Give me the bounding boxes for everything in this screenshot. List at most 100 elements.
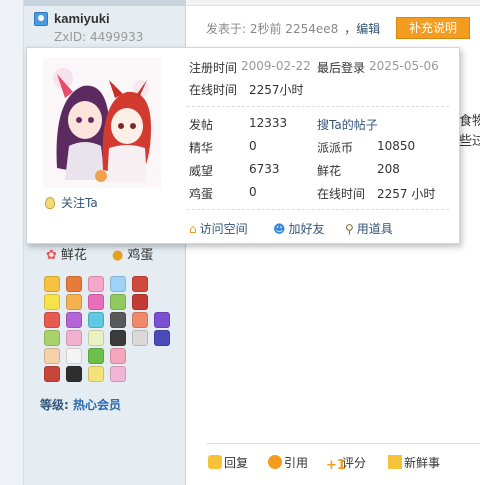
news-icon <box>388 455 402 469</box>
medal-icon[interactable] <box>88 294 104 310</box>
add-friend-link[interactable]: ☻ 加好友 <box>273 220 325 237</box>
online-time-label: 在线时间 <box>317 187 366 201</box>
egg-button-label: 鸡蛋 <box>127 248 154 263</box>
use-item-link[interactable]: ⚲ 用道具 <box>345 220 393 237</box>
popup-divider <box>187 209 449 210</box>
plus-one-icon: +1 <box>326 458 346 473</box>
online-user-icon <box>34 12 48 26</box>
username[interactable]: kamiyuki <box>54 11 110 26</box>
visit-space-label: 访问空间 <box>199 222 248 236</box>
level-value[interactable]: 热心会员 <box>73 398 121 412</box>
coins-label: 派派币 <box>317 141 354 155</box>
popup-divider <box>187 106 449 107</box>
medal-icon[interactable] <box>66 348 82 364</box>
follow-button[interactable]: 关注Ta <box>45 194 98 211</box>
eggs-value: 0 <box>249 185 257 199</box>
medal-icon[interactable] <box>44 312 60 328</box>
register-label: 注册时间 <box>189 61 238 75</box>
medal-icon[interactable] <box>110 348 126 364</box>
medal-icon[interactable] <box>154 312 170 328</box>
egg-button[interactable]: ● 鸡蛋 <box>112 245 153 267</box>
medal-icon[interactable] <box>132 294 148 310</box>
edit-link[interactable]: ，编辑 <box>344 22 380 36</box>
sidebar-top-bar <box>24 0 186 6</box>
medal-icon[interactable] <box>154 330 170 346</box>
post-time: 发表于: 2秒前 2254ee8 <box>206 22 339 36</box>
visit-space-link[interactable]: ⌂ 访问空间 <box>189 220 248 237</box>
online-value: 2257小时 <box>249 83 304 97</box>
user-level: 等级: 热心会员 <box>40 396 121 413</box>
post-body: 食物 些过 <box>459 112 480 152</box>
flowers-label: 鲜花 <box>317 164 342 178</box>
medal-icon[interactable] <box>132 330 148 346</box>
search-posts-link[interactable]: 搜Ta的帖子 <box>317 116 378 133</box>
medal-icon[interactable] <box>66 330 82 346</box>
flowers-value: 208 <box>377 162 400 176</box>
quote-label: 引用 <box>284 456 309 470</box>
register-value: 2009-02-22 <box>241 59 311 73</box>
medal-icon[interactable] <box>88 276 104 292</box>
medal-icon[interactable] <box>44 366 60 382</box>
supplement-button[interactable]: 补充说明 <box>396 17 470 39</box>
reply-icon <box>208 455 222 469</box>
flower-button-label: 鲜花 <box>60 248 87 263</box>
essence-label: 精华 <box>189 141 214 155</box>
medal-icon[interactable] <box>66 276 82 292</box>
flower-button[interactable]: ✿ 鲜花 <box>46 245 87 267</box>
medal-icon[interactable] <box>88 348 104 364</box>
medal-icon[interactable] <box>110 276 126 292</box>
post-action-bar: 回复 引用 +1评分 新鲜事 <box>206 443 480 475</box>
medal-icon[interactable] <box>66 312 82 328</box>
medal-icon[interactable] <box>88 366 104 382</box>
eggs-label: 鸡蛋 <box>189 187 214 201</box>
medal-icon[interactable] <box>66 294 82 310</box>
medal-icon[interactable] <box>44 276 60 292</box>
prestige-label: 威望 <box>189 164 214 178</box>
avatar-illustration <box>43 58 161 188</box>
medal-icon[interactable] <box>88 330 104 346</box>
wand-icon: ⚲ <box>345 222 354 236</box>
user-avatar[interactable] <box>43 58 161 188</box>
coins-value: 10850 <box>377 139 416 153</box>
medal-icon[interactable] <box>44 294 60 310</box>
main-top-bar <box>186 0 480 6</box>
medal-icon[interactable] <box>44 348 60 364</box>
quote-button[interactable]: 引用 <box>268 454 308 471</box>
medal-icon[interactable] <box>110 312 126 328</box>
news-button[interactable]: 新鲜事 <box>388 454 440 471</box>
flower-icon: ✿ <box>46 248 57 263</box>
last-login-label: 最后登录 <box>317 61 366 75</box>
quote-icon <box>268 455 282 469</box>
prestige-value: 6733 <box>249 162 280 176</box>
bulb-icon <box>45 197 55 209</box>
medal-icon[interactable] <box>88 312 104 328</box>
home-icon: ⌂ <box>189 222 197 236</box>
level-label: 等级: <box>40 398 73 412</box>
user-zxid: ZxID: 4499933 <box>54 30 144 44</box>
post-meta: 发表于: 2秒前 2254ee8 ，编辑 <box>206 20 380 37</box>
online-label: 在线时间 <box>189 83 238 97</box>
post-text-line: 些过 <box>459 134 480 149</box>
medal-icon[interactable] <box>132 312 148 328</box>
essence-value: 0 <box>249 139 257 153</box>
rate-button[interactable]: +1评分 <box>326 454 366 473</box>
medal-icon[interactable] <box>110 366 126 382</box>
medal-icon[interactable] <box>110 330 126 346</box>
use-item-label: 用道具 <box>356 222 393 236</box>
user-info-popup: 关注Ta 注册时间 2009-02-22 最后登录 2025-05-06 在线时… <box>26 47 460 244</box>
rate-label: 评分 <box>342 456 367 470</box>
reply-label: 回复 <box>224 456 249 470</box>
add-friend-label: 加好友 <box>288 222 325 236</box>
add-friend-icon: ☻ <box>273 222 286 236</box>
online-time-value: 2257 小时 <box>377 187 436 201</box>
left-rail <box>0 0 24 485</box>
medal-icon[interactable] <box>132 276 148 292</box>
news-label: 新鲜事 <box>404 456 441 470</box>
medal-icon[interactable] <box>44 330 60 346</box>
reply-button[interactable]: 回复 <box>208 454 248 471</box>
last-login-value: 2025-05-06 <box>369 59 439 73</box>
medal-icon[interactable] <box>66 366 82 382</box>
posts-label: 发帖 <box>189 118 214 132</box>
medal-icon[interactable] <box>110 294 126 310</box>
post-text-line: 食物 <box>459 114 480 129</box>
